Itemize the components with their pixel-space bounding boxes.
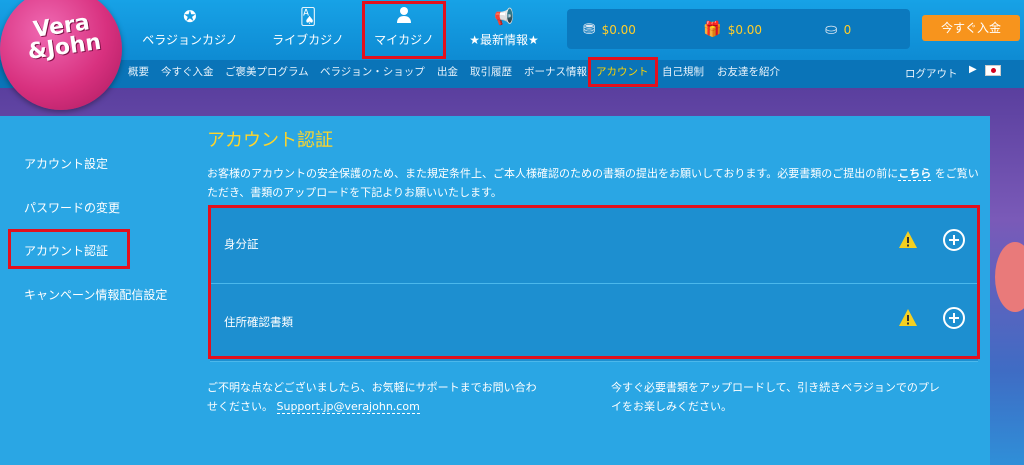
logout-link[interactable]: ログアウト bbox=[905, 66, 958, 81]
nav-label: ライブカジノ bbox=[272, 33, 344, 47]
sub-navigation-bar bbox=[0, 60, 1024, 88]
subnav-shop[interactable]: ベラジョン・ショップ bbox=[320, 64, 425, 79]
cards-icon: 🂡 bbox=[299, 7, 317, 26]
nav-label: ベラジョンカジノ bbox=[142, 33, 238, 47]
sidebar-item-campaign-settings[interactable]: キャンペーン情報配信設定 bbox=[24, 286, 167, 303]
bonus-balance[interactable]: 🎁 $0.00 bbox=[703, 9, 762, 49]
highlight-box-my-casino bbox=[362, 1, 446, 59]
megaphone-icon: 📢 bbox=[494, 7, 514, 26]
subnav-rewards[interactable]: ご褒美プログラム bbox=[225, 64, 309, 79]
subnav-deposit[interactable]: 今すぐ入金 bbox=[161, 64, 214, 79]
sidebar-item-account-settings[interactable]: アカウント設定 bbox=[24, 155, 108, 172]
subnav-history[interactable]: 取引履歴 bbox=[470, 64, 512, 79]
deposit-button[interactable]: 今すぐ入金 bbox=[922, 15, 1020, 41]
nav-news[interactable]: 📢 ★最新情報★ bbox=[462, 6, 546, 54]
page-title: アカウント認証 bbox=[207, 130, 333, 151]
coins-icon: ⛀ bbox=[825, 20, 838, 38]
nav-verajohn-casino[interactable]: ✪ ベラジョンカジノ bbox=[138, 6, 242, 54]
description-text: お客様のアカウントの安全保護のため、また規定条件上、ご本人様確認のための書類の提… bbox=[207, 167, 979, 199]
japan-flag-icon[interactable] bbox=[985, 65, 1001, 76]
wallet-bar: ⛃ $0.00 🎁 $0.00 ⛀ 0 bbox=[567, 9, 910, 49]
points-balance[interactable]: ⛀ 0 bbox=[825, 9, 851, 49]
subnav-refer-friend[interactable]: お友達を紹介 bbox=[717, 64, 780, 79]
play-arrow-icon[interactable]: ▶ bbox=[969, 64, 977, 75]
chip-icon: ✪ bbox=[183, 7, 197, 26]
subnav-overview[interactable]: 概要 bbox=[128, 64, 149, 79]
footer-upload-text: 今すぐ必要書類をアップロードして、引き続きベラジョンでのプレ イをお楽しみくださ… bbox=[611, 381, 940, 413]
cash-balance[interactable]: ⛃ $0.00 bbox=[583, 9, 636, 49]
nav-label: ★最新情報★ bbox=[469, 33, 539, 47]
highlight-box-sidebar bbox=[8, 229, 130, 269]
subnav-bonus[interactable]: ボーナス情報 bbox=[524, 64, 587, 79]
logo-text: Vera &John bbox=[26, 10, 103, 65]
subnav-self-limit[interactable]: 自己規制 bbox=[662, 64, 704, 79]
sidebar-item-password-change[interactable]: パスワードの変更 bbox=[24, 199, 120, 216]
money-icon: ⛃ bbox=[583, 20, 596, 38]
support-email-link[interactable]: Support.jp@verajohn.com bbox=[276, 400, 420, 414]
here-link[interactable]: こちら bbox=[898, 167, 932, 181]
footer-support-text: ご不明な点などございましたら、お気軽にサポートまでお問い合わ せください。 Su… bbox=[207, 381, 537, 414]
highlight-box-documents bbox=[208, 205, 980, 359]
subnav-withdraw[interactable]: 出金 bbox=[437, 64, 458, 79]
highlight-box-account bbox=[588, 57, 658, 87]
gift-icon: 🎁 bbox=[703, 20, 722, 38]
nav-live-casino[interactable]: 🂡 ライブカジノ bbox=[262, 6, 354, 54]
